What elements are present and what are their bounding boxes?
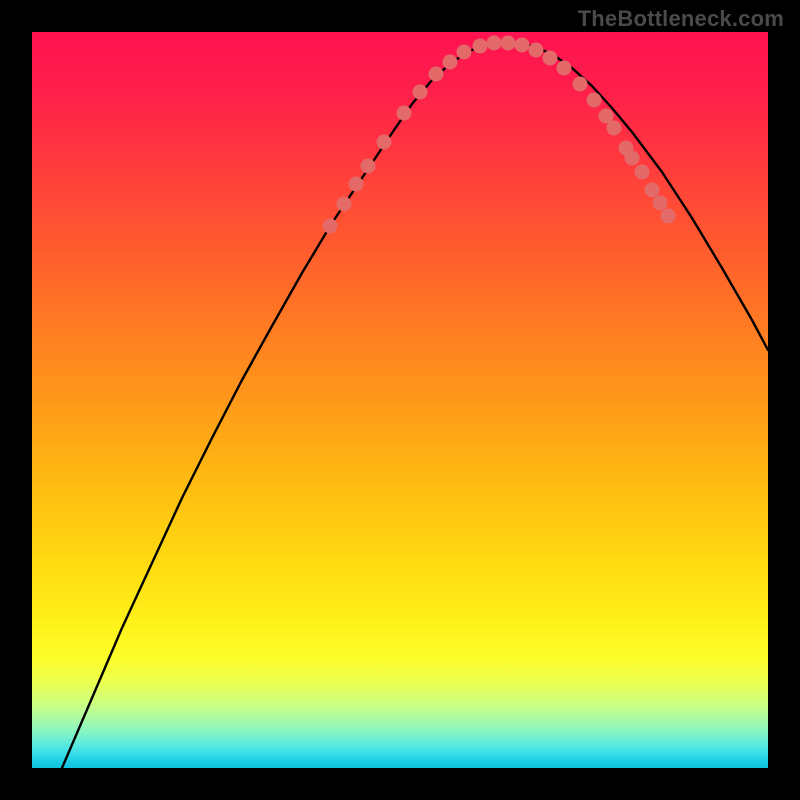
watermark-text: TheBottleneck.com <box>578 6 784 32</box>
sweet-spot-point <box>487 36 502 51</box>
sweet-spot-point <box>473 39 488 54</box>
sweet-spot-point <box>323 219 338 234</box>
chart-frame: TheBottleneck.com <box>0 0 800 800</box>
sweet-spot-point <box>653 196 668 211</box>
sweet-spot-point <box>645 183 660 198</box>
sweet-spot-point <box>377 135 392 150</box>
sweet-spot-point <box>661 209 676 224</box>
sweet-spot-point <box>413 85 428 100</box>
sweet-spot-point <box>635 165 650 180</box>
sweet-spot-point <box>349 177 364 192</box>
sweet-spot-point <box>429 67 444 82</box>
sweet-spot-point <box>573 77 588 92</box>
sweet-spot-point <box>361 159 376 174</box>
sweet-spot-point <box>501 36 516 51</box>
sweet-spot-point <box>557 61 572 76</box>
sweet-spot-point <box>443 55 458 70</box>
chart-svg <box>32 32 768 768</box>
plot-area <box>32 32 768 768</box>
sweet-spot-point <box>587 93 602 108</box>
sweet-spot-point <box>625 151 640 166</box>
sweet-spot-point <box>529 43 544 58</box>
sweet-spot-point <box>457 45 472 60</box>
sweet-spot-point <box>543 51 558 66</box>
sweet-spot-point <box>515 38 530 53</box>
bottleneck-curve <box>62 42 768 768</box>
sweet-spot-markers <box>323 36 676 234</box>
sweet-spot-point <box>607 121 622 136</box>
sweet-spot-point <box>337 197 352 212</box>
sweet-spot-point <box>397 106 412 121</box>
